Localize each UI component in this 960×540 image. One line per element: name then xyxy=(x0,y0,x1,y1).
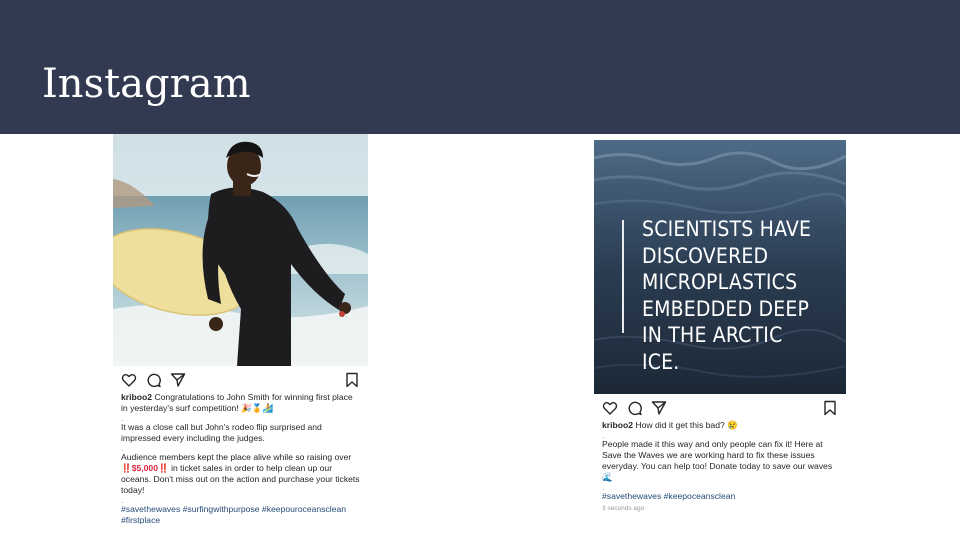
post-actions xyxy=(113,366,368,392)
heart-icon[interactable] xyxy=(602,400,618,416)
comment-icon[interactable] xyxy=(146,372,162,388)
overlay-headline: SCIENTISTS HAVE DISCOVERED MICROPLASTICS… xyxy=(642,217,812,374)
caption-line: kriboo2 Congratulations to John Smith fo… xyxy=(121,392,360,414)
caption-text: Audience members kept the place alive wh… xyxy=(121,452,352,462)
post-timestamp: 3 seconds ago xyxy=(602,505,645,512)
slide-title: Instagram xyxy=(42,61,251,107)
caption-separator: . xyxy=(121,495,124,505)
caption-separator: . xyxy=(121,413,124,423)
quote-bar xyxy=(622,220,624,333)
post-caption: kriboo2 How did it get this bad? 😢 . Peo… xyxy=(594,420,846,514)
ocean-water: SCIENTISTS HAVE DISCOVERED MICROPLASTICS… xyxy=(594,140,846,394)
slide-header: Instagram xyxy=(0,0,960,134)
instagram-post-microplastics: SCIENTISTS HAVE DISCOVERED MICROPLASTICS… xyxy=(594,140,846,530)
share-icon[interactable] xyxy=(170,372,186,388)
post-caption: kriboo2 Congratulations to John Smith fo… xyxy=(113,392,368,524)
caption-separator: . xyxy=(121,443,124,453)
caption-line: kriboo2 How did it get this bad? 😢 xyxy=(602,420,838,431)
hashtags[interactable]: #savethewaves #surfingwithpurpose #keepo… xyxy=(121,504,360,524)
caption-text: Congratulations to John Smith for winnin… xyxy=(121,392,353,413)
post-actions xyxy=(594,394,846,420)
caption-text: How did it get this bad? 😢 xyxy=(635,420,738,430)
share-icon[interactable] xyxy=(651,400,667,416)
caption-text: It was a close call but John's rodeo fli… xyxy=(121,422,322,443)
hashtags[interactable]: #savethewaves #keepoceansclean xyxy=(602,491,838,502)
username-link[interactable]: kriboo2 xyxy=(121,392,152,402)
caption-text: People made it this way and only people … xyxy=(602,439,833,482)
instagram-post-surfer: kriboo2 Congratulations to John Smith fo… xyxy=(113,134,368,524)
comment-icon[interactable] xyxy=(627,400,643,416)
surfer-photo xyxy=(113,134,368,366)
username-link[interactable]: kriboo2 xyxy=(602,420,633,430)
caption-line: Audience members kept the place alive wh… xyxy=(121,452,360,496)
ticket-amount: ‼️$5,000‼️ xyxy=(121,463,169,473)
caption-separator: . xyxy=(602,482,605,492)
caption-separator: . xyxy=(602,430,605,440)
heart-icon[interactable] xyxy=(121,372,137,388)
bookmark-icon[interactable] xyxy=(822,400,838,416)
bookmark-icon[interactable] xyxy=(344,372,360,388)
